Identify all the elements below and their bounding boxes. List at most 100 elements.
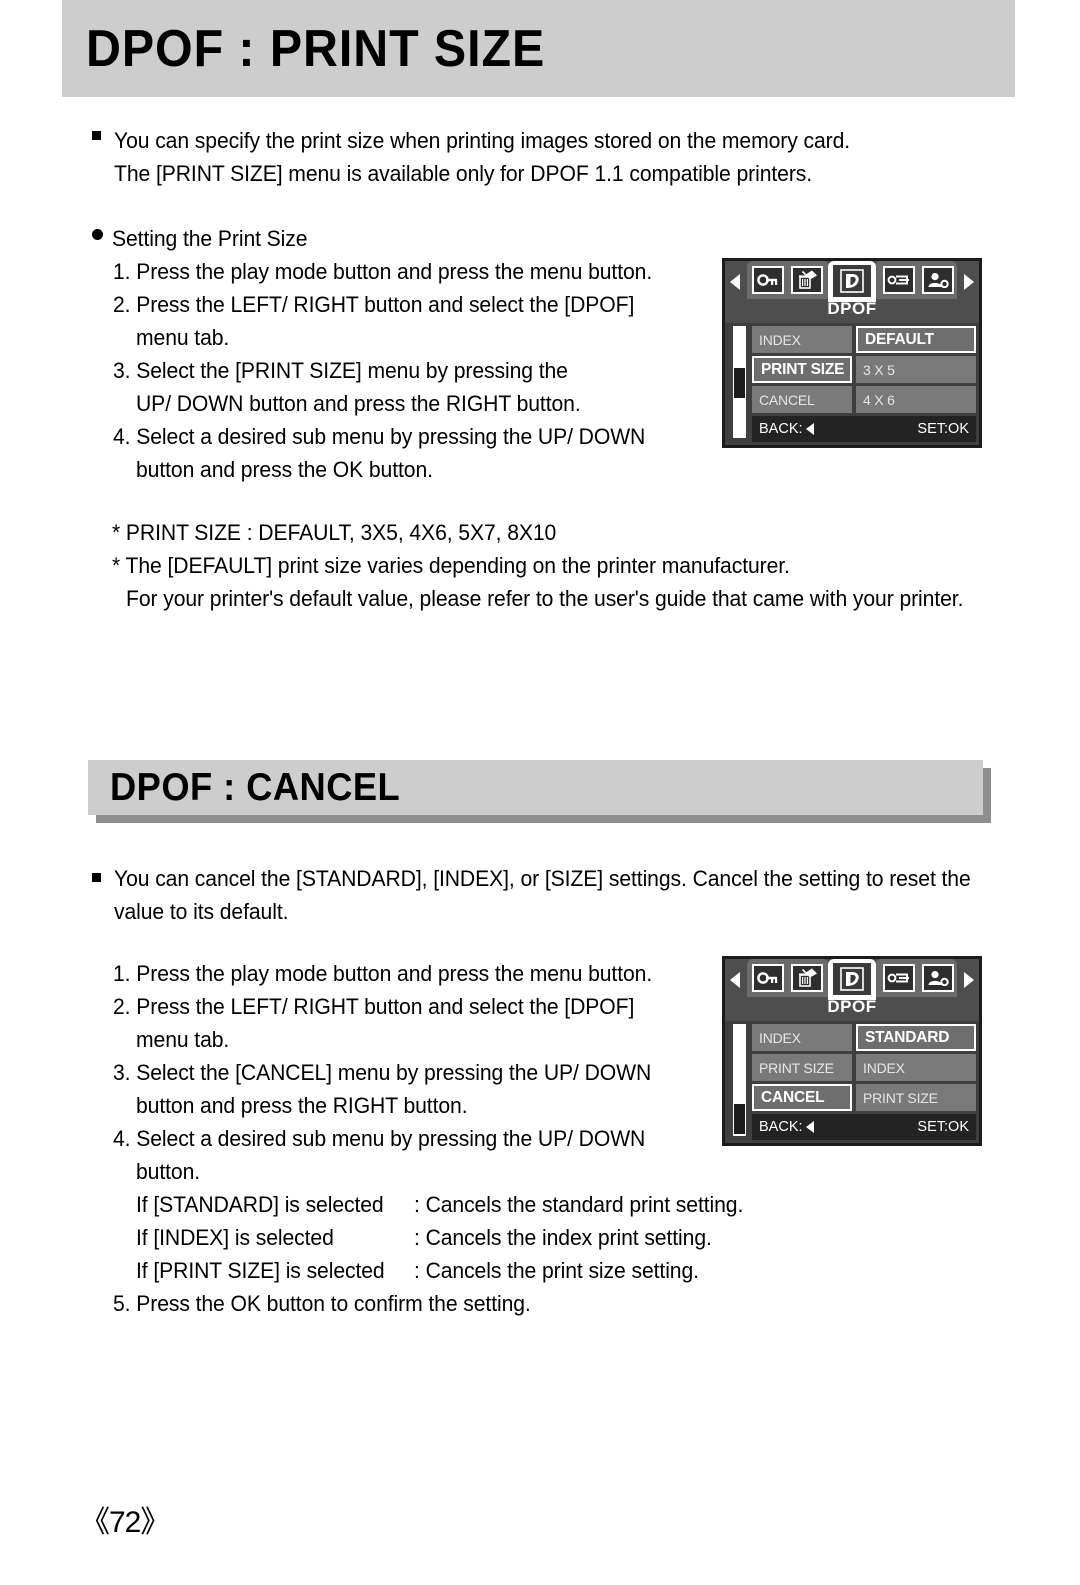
section2-header-band: DPOF : CANCEL: [88, 760, 991, 823]
section2-step-4-cont: button.: [136, 1159, 201, 1184]
lcd2-menu-row-1[interactable]: INDEX STANDARD: [752, 1024, 976, 1051]
lcd1-row3-value[interactable]: 4 X 6: [856, 386, 976, 413]
lcd1-tab-key-protect[interactable]: [752, 266, 784, 294]
lcd2-tab-portrait[interactable]: [922, 964, 954, 992]
lcd1-menu-rows: INDEX DEFAULT PRINT SIZE 3 X 5 CANCEL 4 …: [752, 326, 976, 416]
section2-condition-1-result: : Cancels the standard print setting.: [414, 1192, 744, 1217]
round-bullet-icon: [92, 229, 103, 240]
section2-condition-2-result: : Cancels the index print setting.: [414, 1225, 712, 1250]
resize-camera-icon: [887, 273, 911, 287]
section2-condition-3-label: If [PRINT SIZE] is selected: [136, 1258, 385, 1283]
section1-step-3-cont: UP/ DOWN button and press the RIGHT butt…: [136, 391, 581, 416]
lcd2-tab-dpof[interactable]: [831, 961, 873, 997]
section2-condition-1-label: If [STANDARD] is selected: [136, 1192, 384, 1217]
lcd1-row2-label[interactable]: PRINT SIZE: [752, 356, 852, 383]
section2-step-5: 5. Press the OK button to confirm the se…: [113, 1291, 531, 1316]
lcd2-menu-row-3[interactable]: CANCEL PRINT SIZE: [752, 1084, 976, 1111]
section2-step-3: 3. Select the [CANCEL] menu by pressing …: [113, 1060, 652, 1085]
back-left-arrow-icon-2: [805, 1121, 814, 1133]
section2-condition-3-result: : Cancels the print size setting.: [414, 1258, 699, 1283]
lcd1-row1-label[interactable]: INDEX: [752, 326, 852, 353]
lcd1-scrollbar-thumb[interactable]: [734, 368, 745, 398]
key-icon: [757, 273, 779, 287]
lcd2-row3-label[interactable]: CANCEL: [752, 1084, 852, 1111]
lcd1-set-label: SET:OK: [917, 421, 969, 437]
key-icon: [757, 971, 779, 985]
lcd1-row1-value[interactable]: DEFAULT: [856, 326, 976, 353]
portrait-person-icon: [927, 970, 949, 986]
lcd2-back-label: BACK:: [759, 1119, 803, 1135]
lcd1-menu-row-3[interactable]: CANCEL 4 X 6: [752, 386, 976, 413]
section1-bullet-line-1: You can specify the print size when prin…: [114, 128, 851, 153]
dpof-icon: [839, 268, 865, 294]
section2-bullet-line-2: value to its default.: [114, 899, 289, 924]
dpof-icon: [839, 966, 865, 992]
lcd-screen-cancel: DPOF INDEX STANDARD PRINT SIZE INDEX CAN…: [722, 956, 982, 1146]
lcd2-row2-label[interactable]: PRINT SIZE: [752, 1054, 852, 1081]
lcd1-menu-row-2[interactable]: PRINT SIZE 3 X 5: [752, 356, 976, 383]
section2-title: DPOF : CANCEL: [110, 765, 401, 809]
section2-step-3-cont: button and press the RIGHT button.: [136, 1093, 468, 1118]
lcd2-tab-resize[interactable]: [883, 964, 915, 992]
section1-step-3: 3. Select the [PRINT SIZE] menu by press…: [113, 358, 568, 383]
page-title-band: DPOF : PRINT SIZE: [62, 0, 1015, 97]
lcd2-row3-value[interactable]: PRINT SIZE: [856, 1084, 976, 1111]
lcd2-menu-title: DPOF: [827, 997, 877, 1016]
lcd1-menu-body: INDEX DEFAULT PRINT SIZE 3 X 5 CANCEL 4 …: [725, 323, 979, 445]
lcd2-row2-value[interactable]: INDEX: [856, 1054, 976, 1081]
square-bullet-icon-2: [92, 873, 101, 882]
portrait-person-icon: [927, 272, 949, 288]
lcd1-footer: BACK: SET:OK: [752, 416, 976, 442]
lcd1-scrollbar-track[interactable]: [733, 326, 746, 438]
section1-step-2-cont: menu tab.: [136, 325, 230, 350]
left-arrow-icon-2[interactable]: [730, 972, 740, 988]
square-bullet-icon: [92, 131, 101, 140]
lcd1-tab-portrait[interactable]: [922, 266, 954, 294]
lcd2-tab-delete[interactable]: [791, 964, 823, 992]
lcd2-footer: BACK: SET:OK: [752, 1114, 976, 1140]
section1-bullet-line-2: The [PRINT SIZE] menu is available only …: [114, 161, 813, 186]
resize-camera-icon: [887, 971, 911, 985]
section2-step-2-cont: menu tab.: [136, 1027, 230, 1052]
left-arrow-icon[interactable]: [730, 274, 740, 290]
delete-trash-icon: [796, 270, 818, 290]
lcd2-menu-body: INDEX STANDARD PRINT SIZE INDEX CANCEL P…: [725, 1021, 979, 1143]
back-left-arrow-icon: [805, 423, 814, 435]
lcd1-row2-value[interactable]: 3 X 5: [856, 356, 976, 383]
lcd1-menu-row-1[interactable]: INDEX DEFAULT: [752, 326, 976, 353]
lcd1-tab-resize[interactable]: [883, 266, 915, 294]
lcd1-row3-label[interactable]: CANCEL: [752, 386, 852, 413]
lcd1-back-hint: BACK:: [759, 421, 814, 437]
lcd2-tab-bar: [725, 959, 979, 1001]
lcd1-tab-delete[interactable]: [791, 266, 823, 294]
lcd1-back-label: BACK:: [759, 421, 803, 437]
section2-bullet-line-1: You can cancel the [STANDARD], [INDEX], …: [114, 866, 971, 891]
section2-step-4: 4. Select a desired sub menu by pressing…: [113, 1126, 646, 1151]
lcd2-scrollbar-track[interactable]: [733, 1024, 746, 1136]
lcd2-set-label: SET:OK: [917, 1119, 969, 1135]
section1-step-1: 1. Press the play mode button and press …: [113, 259, 653, 284]
section1-subheading: Setting the Print Size: [112, 226, 308, 251]
section1-note-2-cont: For your printer's default value, please…: [126, 586, 964, 611]
right-arrow-icon-2[interactable]: [964, 972, 974, 988]
lcd1-menu-title: DPOF: [827, 299, 877, 318]
lcd2-row1-label[interactable]: INDEX: [752, 1024, 852, 1051]
page-title: DPOF : PRINT SIZE: [86, 19, 546, 78]
section1-step-2: 2. Press the LEFT/ RIGHT button and sele…: [113, 292, 635, 317]
right-arrow-icon[interactable]: [964, 274, 974, 290]
section2-step-1: 1. Press the play mode button and press …: [113, 961, 653, 986]
section2-header-shadow-bottom: [96, 815, 991, 823]
section1-step-4: 4. Select a desired sub menu by pressing…: [113, 424, 646, 449]
lcd2-tab-key-protect[interactable]: [752, 964, 784, 992]
lcd2-menu-rows: INDEX STANDARD PRINT SIZE INDEX CANCEL P…: [752, 1024, 976, 1114]
lcd2-row1-value[interactable]: STANDARD: [856, 1024, 976, 1051]
lcd2-scrollbar-thumb[interactable]: [734, 1104, 745, 1134]
delete-trash-icon: [796, 968, 818, 988]
lcd-screen-print-size: DPOF INDEX DEFAULT PRINT SIZE 3 X 5 CANC…: [722, 258, 982, 448]
section1-note-1: * PRINT SIZE : DEFAULT, 3X5, 4X6, 5X7, 8…: [112, 520, 557, 545]
section2-condition-2-label: If [INDEX] is selected: [136, 1225, 334, 1250]
section2-step-2: 2. Press the LEFT/ RIGHT button and sele…: [113, 994, 635, 1019]
lcd2-menu-row-2[interactable]: PRINT SIZE INDEX: [752, 1054, 976, 1081]
lcd1-tab-dpof[interactable]: [831, 263, 873, 299]
page-number: 《72》: [80, 1506, 170, 1539]
